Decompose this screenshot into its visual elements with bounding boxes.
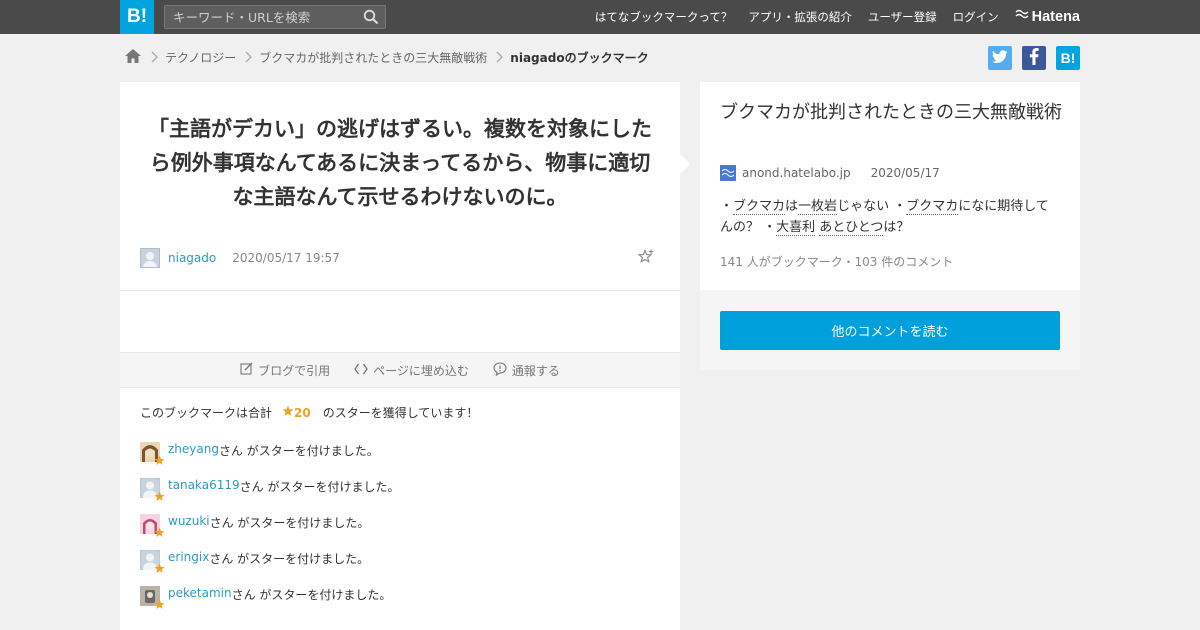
code-icon: [354, 363, 373, 378]
facebook-icon: [1029, 48, 1039, 68]
top-bar: B! はてなブックマークって？ アプリ・拡張の紹介 ユーザー登録 ログイン Ha…: [0, 0, 1200, 34]
home-icon[interactable]: [124, 48, 142, 67]
hatena-bookmark-share-button[interactable]: B!: [1056, 46, 1080, 70]
entry-source: anond.hatelabo.jp 2020/05/17: [720, 165, 940, 181]
star-icon: [154, 527, 165, 541]
search-box: [164, 5, 386, 29]
avatar[interactable]: [140, 442, 165, 465]
avatar[interactable]: [140, 248, 160, 268]
star-icon: [154, 563, 165, 577]
star-row-text: さん がスターを付けました。: [218, 444, 379, 458]
embed-label: ページに埋め込む: [373, 363, 469, 378]
nav-apps-link[interactable]: アプリ・拡張の紹介: [748, 9, 852, 25]
star-row-text: さん がスターを付けました。: [239, 480, 400, 494]
more-comments-panel: 他のコメントを読む: [700, 290, 1080, 370]
avatar[interactable]: [140, 478, 165, 501]
keyword-link[interactable]: あとひとつ: [819, 220, 884, 236]
avatar[interactable]: [140, 586, 165, 609]
list-item: wuzuki さん がスターを付けました。: [140, 514, 399, 550]
chevron-right-icon: [151, 51, 158, 63]
twitter-icon: [992, 49, 1008, 67]
search-input[interactable]: [165, 6, 355, 28]
star-count: 20: [282, 405, 311, 420]
star-summary-suffix: のスターを獲得しています！: [322, 406, 479, 420]
speech-bubble-icon: [493, 361, 512, 379]
chevron-right-icon: [245, 51, 253, 63]
embed-button[interactable]: ページに埋め込む: [354, 362, 469, 379]
entry-description: ・ブクマカは一枚岩じゃない ・ブクマカになに期待してんの？ ・大喜利 あとひとつ…: [720, 196, 1060, 238]
entry-domain-link[interactable]: anond.hatelabo.jp: [742, 166, 851, 180]
bookmark-comment: 「主語がデカい」の逃げはずるい。複数を対象にしたら例外事項なんてあるに決まってる…: [148, 117, 652, 209]
report-button[interactable]: 通報する: [493, 361, 560, 379]
list-item: eringix さん がスターを付けました。: [140, 550, 399, 586]
entry-stats: 141 人がブックマーク・103 件のコメント: [720, 255, 954, 269]
breadcrumb: テクノロジー ブクマカが批判されたときの三大無敵戦術 niagadoのブックマー…: [124, 46, 649, 68]
avatar[interactable]: [140, 514, 165, 537]
star-summary: このブックマークは合計 20 のスターを獲得しています！: [140, 404, 478, 421]
keyword-link[interactable]: ブクマカ: [733, 199, 786, 215]
add-star-icon[interactable]: [637, 248, 654, 268]
list-item: tanaka6119 さん がスターを付けました。: [140, 478, 399, 514]
search-icon[interactable]: [363, 9, 379, 25]
keyword-link[interactable]: 一枚岩: [798, 199, 838, 215]
entry-panel: ブクマカが批判されたときの三大無敵戦術 anond.hatelabo.jp 20…: [680, 82, 1080, 290]
star-icon: [282, 405, 294, 420]
bookmark-card: 「主語がデカい」の逃げはずるい。複数を対象にしたら例外事項なんてあるに決まってる…: [120, 82, 680, 630]
bookmark-datetime: 2020/05/17 19:57: [232, 251, 340, 265]
action-bar: ブログで引用 ページに埋め込む 通報する: [120, 352, 680, 388]
site-favicon-icon: [720, 165, 736, 181]
list-item: zheyang さん がスターを付けました。: [140, 442, 399, 478]
desc-text: ・: [720, 199, 734, 214]
star-row-text: さん がスターを付けました。: [231, 588, 392, 602]
star-user-list: zheyang さん がスターを付けました。 tanaka6119 さん がスタ…: [140, 442, 399, 622]
hatena-brand-text: Hatena: [1031, 9, 1080, 25]
breadcrumb-current: niagadoのブックマーク: [510, 50, 649, 65]
nav-login-link[interactable]: ログイン: [953, 9, 999, 25]
nav-register-link[interactable]: ユーザー登録: [868, 9, 937, 25]
keyword-link[interactable]: ブクマカ: [906, 199, 959, 215]
hatena-bookmark-logo[interactable]: B!: [120, 0, 154, 34]
star-row-text: さん がスターを付けました。: [209, 516, 370, 530]
twitter-share-button[interactable]: [988, 46, 1012, 70]
bookmark-meta: niagado 2020/05/17 19:57: [140, 247, 660, 269]
star-icon: [154, 491, 165, 505]
divider: [120, 290, 680, 291]
entry-date: 2020/05/17: [870, 166, 940, 180]
report-label: 通報する: [511, 363, 560, 378]
blog-cite-label: ブログで引用: [258, 363, 331, 378]
share-buttons: B!: [978, 46, 1080, 70]
bookmark-user-link[interactable]: niagado: [168, 251, 216, 265]
star-user-link[interactable]: wuzuki: [168, 514, 210, 528]
star-user-link[interactable]: eringix: [168, 550, 209, 564]
entry-title[interactable]: ブクマカが批判されたときの三大無敵戦術: [720, 100, 1065, 126]
star-summary-prefix: このブックマークは合計: [140, 406, 273, 420]
blog-cite-button[interactable]: ブログで引用: [240, 362, 330, 379]
star-count-value: 20: [294, 405, 311, 420]
desc-text: じゃない ・: [837, 199, 907, 214]
hatena-wave-icon: [1015, 9, 1032, 25]
chevron-right-icon: [496, 51, 504, 63]
breadcrumb-entry[interactable]: ブクマカが批判されたときの三大無敵戦術: [259, 49, 487, 66]
edit-icon: [240, 362, 258, 378]
hatena-brand-link[interactable]: Hatena: [1015, 9, 1080, 25]
desc-text: は？: [883, 220, 910, 235]
facebook-share-button[interactable]: [1022, 46, 1046, 70]
breadcrumb-technology[interactable]: テクノロジー: [165, 49, 236, 66]
top-nav: はてなブックマークって？ アプリ・拡張の紹介 ユーザー登録 ログイン Haten…: [579, 0, 1080, 34]
star-row-text: さん がスターを付けました。: [209, 552, 370, 566]
star-user-link[interactable]: peketamin: [168, 586, 232, 600]
desc-text: は: [785, 199, 799, 214]
list-item: peketamin さん がスターを付けました。: [140, 586, 399, 622]
keyword-link[interactable]: 大喜利: [776, 220, 816, 236]
star-user-link[interactable]: tanaka6119: [168, 478, 240, 492]
star-user-link[interactable]: zheyang: [168, 442, 219, 456]
star-icon: [154, 599, 165, 613]
star-icon: [154, 455, 165, 469]
avatar[interactable]: [140, 550, 165, 573]
nav-about-link[interactable]: はてなブックマークって？: [595, 9, 732, 25]
read-more-comments-button[interactable]: 他のコメントを読む: [720, 311, 1060, 350]
